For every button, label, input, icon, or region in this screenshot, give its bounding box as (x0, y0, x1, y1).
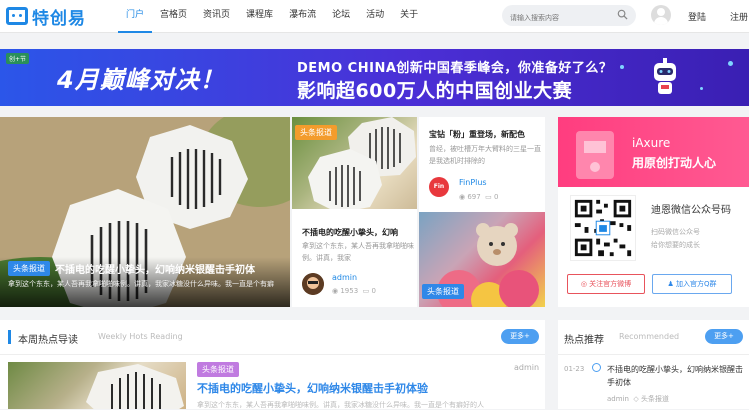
article-image: 头条报道 (292, 117, 417, 209)
banner-star (700, 87, 703, 90)
follow-weibo-label: 关注官方微博 (589, 280, 632, 288)
article-card[interactable]: 宝钻「粉」重登场，新配色 曾经，被吐槽万年大臂料的三星一直是我选机时排除的 Fi… (419, 117, 545, 212)
follow-weibo-button[interactable]: ◎ 关注官方微博 (567, 274, 645, 294)
banner-line2: 影响超600万人的中国创业大赛 (297, 80, 573, 102)
banner-headline: 4月巅峰对决！ (57, 66, 225, 94)
hero-desc: 拿到这个东东，某人吾再我拿啪啪味例。讲真，我家冰糖没什么异味。我一直是个有癖 (8, 280, 274, 288)
ad-slogan: 用原创打动人心 (632, 156, 717, 170)
article-tag[interactable]: 头条报道 (295, 125, 337, 140)
article-desc: 拿到这个东东，某人吾再我拿啪啪味例。讲真，我家 (302, 242, 414, 262)
view-count: 697 (467, 193, 481, 201)
hero-title[interactable]: 不插电的吃醒小挚头，幻响纳米银醒击手初体 (55, 261, 255, 276)
section-accent-bar (8, 330, 11, 344)
hot-meta: admin ◇ 头条报道 (607, 395, 669, 403)
join-qq-button[interactable]: ♟ 加入官方Q群 (652, 274, 732, 294)
weekly-article-image[interactable] (8, 362, 186, 409)
nav-item-news[interactable]: 资讯页 (195, 0, 238, 33)
divider (0, 354, 545, 355)
join-qq-label: 加入官方Q群 (676, 280, 717, 288)
qr-code-icon (570, 195, 636, 261)
search-input[interactable] (502, 7, 602, 29)
weekly-tag[interactable]: 头条报道 (197, 362, 239, 377)
sidebar-widget: iAxure 用原创打动人心 迪恩微信公众号码 扫码微信公众号 给你想要的成长 … (558, 117, 749, 307)
hot-title[interactable]: 不插电的吃醒小挚头，幻响纳米银醒击手初体 (607, 363, 747, 389)
nav-item-grid[interactable]: 宫格页 (152, 0, 195, 33)
wechat-sub1: 扫码微信公众号 (651, 228, 700, 236)
hero-article[interactable]: 头条报道 不插电的吃醒小挚头，幻响纳米银醒击手初体 拿到这个东东，某人吾再我拿啪… (0, 117, 290, 307)
banner-star (728, 61, 733, 66)
nav-item-courses[interactable]: 课程库 (238, 0, 281, 33)
ad-graphic (576, 131, 614, 179)
hot-date: 01-23 (564, 365, 585, 373)
promo-banner[interactable]: 创+节 4月巅峰对决！ DEMO CHINA创新中国春季峰会，你准备好了么？ 影… (0, 49, 749, 106)
banner-badge: 创+节 (6, 53, 30, 64)
hot-more-button[interactable]: 更多+ (705, 329, 743, 344)
tv-logo-icon (6, 7, 28, 25)
banner-line1: DEMO CHINA创新中国春季峰会，你准备好了么？ (297, 61, 613, 76)
article-author[interactable]: FinPlus (459, 178, 487, 187)
weekly-heading-en: Weekly Hots Reading (98, 332, 183, 341)
comment-count: 0 (494, 193, 499, 201)
author-avatar[interactable] (302, 273, 324, 295)
top-navbar: 特创易 门户 宫格页 资讯页 课程库 瀑布流 论坛 活动 关于 登陆 注册 (0, 0, 749, 33)
view-count: 1953 (340, 287, 359, 295)
nav-item-portal[interactable]: 门户 (118, 0, 153, 33)
nav-item-forum[interactable]: 论坛 (324, 0, 358, 33)
iaxure-ad[interactable]: iAxure 用原创打动人心 (558, 117, 749, 187)
article-meta: ◉ 1953 ▭ 0 (332, 287, 376, 295)
weekly-heading: 本周热点导读 (18, 335, 78, 346)
wechat-title: 迪恩微信公众号码 (651, 205, 731, 216)
hot-heading-en: Recommended (619, 332, 680, 341)
weekly-more-button[interactable]: 更多+ (501, 329, 539, 344)
site-logo[interactable]: 特创易 (6, 5, 86, 29)
photo-card[interactable]: 头条报道 (419, 212, 545, 307)
robot-icon (654, 58, 676, 94)
finplus-logo: Fin Plus (429, 177, 449, 210)
article-card[interactable]: 头条报道 不插电的吃醒小挚头，幻响 拿到这个东东，某人吾再我拿啪啪味例。讲真，我… (292, 117, 417, 307)
login-link[interactable]: 登陆 (688, 10, 706, 23)
hero-tag[interactable]: 头条报道 (8, 261, 50, 276)
weekly-author[interactable]: admin (514, 363, 539, 372)
ad-title: iAxure (632, 136, 671, 150)
hot-tag[interactable]: 头条报道 (641, 395, 669, 403)
divider (558, 354, 749, 355)
register-link[interactable]: 注册 (730, 10, 748, 23)
article-desc: 曾经，被吐槽万年大臂料的三星一直是我选机时排除的 (429, 145, 541, 165)
photo-tag[interactable]: 头条报道 (422, 284, 464, 299)
article-title[interactable]: 宝钻「粉」重登场，新配色 (429, 129, 525, 140)
search-box (502, 5, 636, 29)
qq-icon: ♟ (667, 280, 674, 288)
search-icon[interactable] (617, 9, 628, 20)
weibo-icon: ◎ (580, 280, 587, 288)
nav-item-events[interactable]: 活动 (358, 0, 392, 33)
weekly-hots-panel: 本周热点导读 Weekly Hots Reading 更多+ 头条报道 不插电的… (0, 320, 545, 409)
timeline-dot-icon (592, 363, 601, 372)
speaker-image (86, 364, 184, 409)
comment-count: 0 (371, 287, 376, 295)
nav-item-waterfall[interactable]: 瀑布流 (281, 0, 324, 33)
main-nav: 门户 宫格页 资讯页 课程库 瀑布流 论坛 活动 关于 (118, 0, 426, 33)
nav-item-about[interactable]: 关于 (392, 0, 426, 33)
hot-heading: 热点推荐 (564, 335, 604, 346)
author-avatar-image (302, 273, 324, 295)
article-author[interactable]: admin (332, 273, 357, 282)
weekly-title[interactable]: 不插电的吃醒小挚头，幻响纳米银醒击手初体验 (197, 380, 428, 396)
article-title[interactable]: 不插电的吃醒小挚头，幻响 (302, 227, 398, 238)
article-meta: ◉ 697 ▭ 0 (459, 193, 499, 201)
user-avatar[interactable] (651, 5, 671, 25)
wechat-sub2: 给你想要的成长 (651, 241, 700, 249)
hero-title-line: 头条报道 不插电的吃醒小挚头，幻响纳米银醒击手初体 (8, 261, 255, 276)
site-logo-text: 特创易 (32, 8, 86, 29)
hot-recommend-panel: 热点推荐 Recommended 更多+ 01-23 不插电的吃醒小挚头，幻响纳… (558, 320, 749, 409)
hot-author[interactable]: admin (607, 395, 629, 403)
banner-star (620, 65, 624, 69)
